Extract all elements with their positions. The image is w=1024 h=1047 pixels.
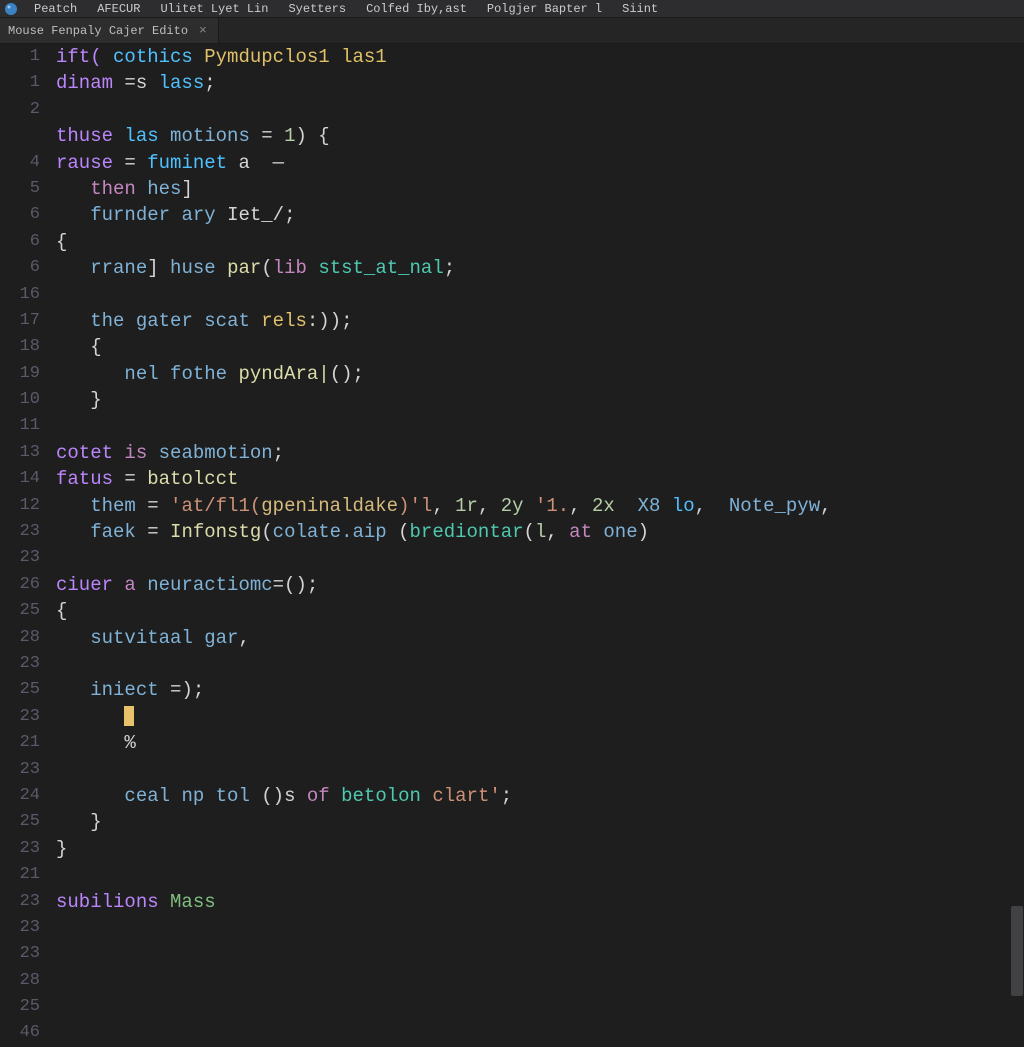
close-icon[interactable]: × <box>196 23 210 38</box>
line-number: 16 <box>0 282 40 308</box>
code-line[interactable]: cotet is seabmotion; <box>56 440 1010 466</box>
code-line[interactable] <box>56 968 1010 994</box>
code-line[interactable]: then hes] <box>56 176 1010 202</box>
gutter: 1124566616171819101113141223232625282325… <box>0 44 50 1024</box>
scrollbar-thumb[interactable] <box>1011 906 1023 996</box>
code-line[interactable]: thuse las motions = 1) { <box>56 123 1010 149</box>
line-number: 11 <box>0 413 40 439</box>
code-line[interactable] <box>56 545 1010 571</box>
line-number: 2 <box>0 97 40 123</box>
line-number: 26 <box>0 572 40 598</box>
code-line[interactable]: subilions Mass <box>56 889 1010 915</box>
line-number: 23 <box>0 704 40 730</box>
tab-active[interactable]: Mouse Fenpaly Cajer Edito × <box>0 18 219 43</box>
menu-item-0[interactable]: Peatch <box>24 2 87 16</box>
code-line[interactable] <box>56 651 1010 677</box>
menu-item-6[interactable]: Siint <box>612 2 668 16</box>
code-line[interactable] <box>56 941 1010 967</box>
code-line[interactable]: fatus = batolcct <box>56 466 1010 492</box>
code-line[interactable]: rause = fuminet a — <box>56 150 1010 176</box>
code-line[interactable]: furnder ary Iet_/; <box>56 202 1010 228</box>
editor[interactable]: 1124566616171819101113141223232625282325… <box>0 44 1010 1024</box>
code-line[interactable] <box>56 994 1010 1020</box>
menu-item-1[interactable]: AFECUR <box>87 2 150 16</box>
code-area[interactable]: ift( cothics Pymdupclos1 las1dinam =s la… <box>50 44 1010 1024</box>
line-number <box>0 123 40 149</box>
line-number: 23 <box>0 915 40 941</box>
code-line[interactable]: ceal np tol ()s of betolon clart'; <box>56 783 1010 809</box>
code-line[interactable] <box>56 757 1010 783</box>
menu-item-3[interactable]: Syetters <box>278 2 356 16</box>
line-number: 5 <box>0 176 40 202</box>
code-line[interactable]: % <box>56 730 1010 756</box>
line-number: 12 <box>0 493 40 519</box>
code-line[interactable] <box>56 413 1010 439</box>
app-icon <box>4 2 18 16</box>
line-number: 13 <box>0 440 40 466</box>
line-number: 4 <box>0 150 40 176</box>
line-number: 17 <box>0 308 40 334</box>
code-line[interactable]: ciuer a neuractiomc=(); <box>56 572 1010 598</box>
tab-title: Mouse Fenpaly Cajer Edito <box>8 24 188 38</box>
code-line[interactable]: } <box>56 836 1010 862</box>
code-line[interactable]: } <box>56 809 1010 835</box>
line-number: 23 <box>0 545 40 571</box>
line-number: 23 <box>0 836 40 862</box>
code-line[interactable]: rrane] huse par(lib stst_at_nal; <box>56 255 1010 281</box>
line-number: 23 <box>0 889 40 915</box>
code-line[interactable] <box>56 704 1010 730</box>
code-line[interactable] <box>56 915 1010 941</box>
scrollbar-vertical[interactable] <box>1010 44 1024 1024</box>
line-number: 28 <box>0 625 40 651</box>
menu-item-4[interactable]: Colfed Iby,ast <box>356 2 477 16</box>
code-line[interactable]: ift( cothics Pymdupclos1 las1 <box>56 44 1010 70</box>
line-number: 6 <box>0 202 40 228</box>
menubar: PeatchAFECURUlitet Lyet LinSyettersColfe… <box>0 0 1024 18</box>
line-number: 1 <box>0 70 40 96</box>
code-line[interactable]: { <box>56 334 1010 360</box>
code-line[interactable]: dinam =s lass; <box>56 70 1010 96</box>
menu-item-5[interactable]: Polgjer Bapter l <box>477 2 612 16</box>
tabbar: Mouse Fenpaly Cajer Edito × <box>0 18 1024 44</box>
line-number: 19 <box>0 361 40 387</box>
line-number: 24 <box>0 783 40 809</box>
code-line[interactable] <box>56 1020 1010 1046</box>
code-line[interactable] <box>56 97 1010 123</box>
line-number: 23 <box>0 757 40 783</box>
line-number: 23 <box>0 651 40 677</box>
code-line[interactable]: } <box>56 387 1010 413</box>
line-number: 18 <box>0 334 40 360</box>
code-line[interactable]: nel fothe pyndAra|(); <box>56 361 1010 387</box>
line-number: 21 <box>0 730 40 756</box>
line-number: 46 <box>0 1020 40 1046</box>
code-line[interactable]: { <box>56 598 1010 624</box>
line-number: 25 <box>0 994 40 1020</box>
text-cursor <box>124 706 134 726</box>
code-line[interactable] <box>56 862 1010 888</box>
line-number: 25 <box>0 809 40 835</box>
line-number: 23 <box>0 519 40 545</box>
line-number: 10 <box>0 387 40 413</box>
code-line[interactable]: iniect =); <box>56 677 1010 703</box>
code-line[interactable]: sutvitaal gar, <box>56 625 1010 651</box>
code-line[interactable]: faek = Infonstg(colate.aip (brediontar(l… <box>56 519 1010 545</box>
code-line[interactable] <box>56 282 1010 308</box>
menu-item-2[interactable]: Ulitet Lyet Lin <box>150 2 278 16</box>
line-number: 6 <box>0 229 40 255</box>
code-line[interactable]: the gater scat rels:)); <box>56 308 1010 334</box>
line-number: 23 <box>0 941 40 967</box>
line-number: 21 <box>0 862 40 888</box>
line-number: 25 <box>0 677 40 703</box>
line-number: 28 <box>0 968 40 994</box>
code-line[interactable]: { <box>56 229 1010 255</box>
line-number: 25 <box>0 598 40 624</box>
code-line[interactable]: them = 'at/fl1(gpeninaldake)'l, 1r, 2y '… <box>56 493 1010 519</box>
line-number: 6 <box>0 255 40 281</box>
line-number: 14 <box>0 466 40 492</box>
line-number: 1 <box>0 44 40 70</box>
